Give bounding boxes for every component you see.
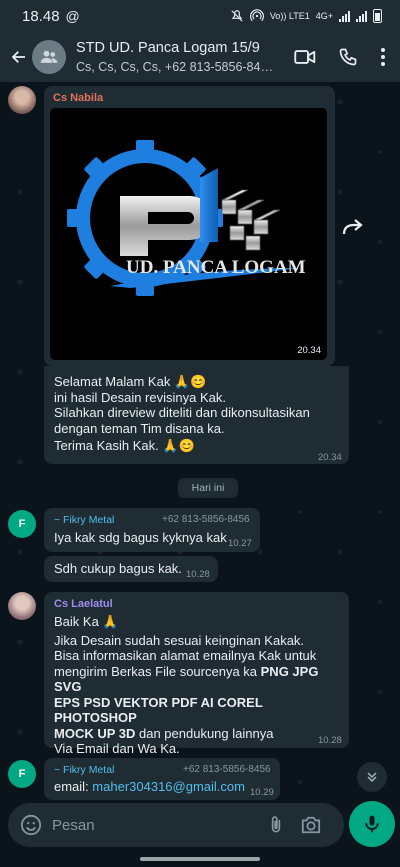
hotspot-icon — [249, 9, 264, 22]
avatar[interactable] — [8, 86, 36, 114]
mic-icon — [365, 815, 379, 833]
avatar[interactable]: F — [8, 760, 36, 788]
battery-icon — [373, 9, 382, 23]
message-text: Iya kak sdg bagus kyknya kak — [54, 530, 227, 545]
forward-button[interactable] — [340, 216, 370, 240]
message-line: MOCK UP 3D dan pendukung lainnya — [54, 726, 346, 742]
message-input[interactable] — [52, 816, 252, 834]
message-text: Baik Ka 🙏 Jika Desain sudah sesuai keing… — [54, 614, 346, 774]
voice-call-button[interactable] — [338, 47, 358, 67]
network-gen: 4G+ — [315, 11, 333, 21]
email-link[interactable]: maher304316@gmail.com — [92, 779, 245, 794]
emoji-icon — [20, 814, 42, 836]
group-avatar[interactable] — [32, 40, 66, 74]
mute-icon — [231, 10, 243, 22]
image-timestamp: 20.34 — [297, 345, 321, 356]
sender-name: Cs Nabila — [53, 92, 104, 104]
more-vert-icon — [381, 48, 385, 66]
video-call-icon — [294, 50, 316, 64]
message-time: 10.29 — [250, 787, 274, 798]
message-text-part: dan pendukung lainnya — [135, 725, 274, 741]
sender-phone: +62 813-5856-8456 — [162, 514, 250, 525]
camera-button[interactable] — [300, 815, 322, 835]
message-text: Selamat Malam Kak 🙏😊 ini hasil Desain re… — [54, 374, 344, 454]
message-line: dengan teman Tim disana ka. — [54, 420, 225, 436]
chat-title-area[interactable]: STD UD. Panca Logam 15/9 Cs, Cs, Cs, Cs,… — [76, 40, 276, 74]
date-chip: Hari ini — [178, 478, 238, 498]
chat-header: STD UD. Panca Logam 15/9 Cs, Cs, Cs, Cs,… — [0, 32, 400, 82]
file-formats-bold: EPS PSD VEKTOR PDF AI COREL PHOTOSHOP — [54, 694, 263, 726]
shared-image[interactable]: UD. PANCA LOGAM 20.34 — [50, 108, 327, 360]
status-bar: 18.48 @ Vo)) LTE1 4G+ — [0, 0, 400, 32]
emoji-button[interactable] — [20, 814, 42, 836]
phone-call-icon — [339, 48, 357, 66]
message-time: 20.34 — [318, 452, 342, 463]
avatar[interactable]: F — [8, 510, 36, 538]
message-line: Terima Kasih Kak. 🙏😊 — [54, 438, 195, 453]
signal-icon — [339, 10, 350, 22]
file-formats-bold: MOCK UP 3D — [54, 725, 136, 741]
message-text-part: mengirim Berkas File sourcenya ka — [54, 663, 261, 679]
panca-logam-logo: UD. PANCA LOGAM — [67, 140, 306, 296]
avatar[interactable] — [8, 592, 36, 620]
attach-icon — [271, 816, 281, 833]
signal-icon-2 — [356, 10, 367, 22]
message-line: Silahkan direview diteliti dan dikonsult… — [54, 405, 310, 420]
message-line: ini hasil Desain revisinya Kak. — [54, 389, 226, 405]
navigation-handle[interactable] — [140, 857, 260, 861]
sender-phone: +62 813-5856-8456 — [183, 764, 271, 775]
sender-name: Cs Laelatul — [54, 598, 113, 610]
video-call-button[interactable] — [294, 49, 316, 65]
sender-name: ~ Fikry Metal — [54, 764, 115, 776]
message-line: Jika Desain sudah sesuai keinginan Kakak… — [54, 632, 305, 648]
email-prefix: email: — [54, 779, 93, 794]
message-line: Via Email dan Wa Ka. — [54, 741, 180, 756]
back-arrow-icon — [11, 51, 25, 63]
message-composer — [8, 803, 344, 847]
voice-message-button[interactable] — [349, 801, 395, 847]
chat-participants: Cs, Cs, Cs, Cs, +62 813-5856-8456... — [76, 60, 276, 74]
attach-button[interactable] — [266, 814, 286, 836]
status-time: 18.48 — [22, 7, 60, 25]
scroll-to-bottom-button[interactable] — [357, 762, 387, 792]
chevrons-down-icon — [367, 772, 377, 783]
more-options-button[interactable] — [380, 47, 386, 67]
message-line: Selamat Malam Kak 🙏😊 — [54, 374, 207, 389]
back-button[interactable] — [8, 42, 30, 72]
group-icon — [40, 50, 58, 63]
message-line: Baik Ka 🙏 — [54, 614, 119, 629]
message-line: Bisa informasikan alamat emailnya Kak un… — [54, 648, 317, 663]
network-label: Vo)) LTE1 — [269, 11, 310, 21]
sender-name: ~ Fikry Metal — [54, 514, 115, 526]
message-text: email: maher304316@gmail.com — [54, 779, 245, 795]
message-time: 10.28 — [318, 735, 342, 746]
message-text: Sdh cukup bagus kak. — [54, 561, 182, 576]
message-line: mengirim Berkas File sourcenya ka PNG JP… — [54, 664, 346, 695]
forward-icon — [342, 219, 363, 235]
message-time: 10.27 — [228, 538, 252, 549]
logo-text: UD. PANCA LOGAM — [126, 257, 306, 278]
threads-icon: @ — [65, 8, 80, 24]
chat-title: STD UD. Panca Logam 15/9 — [76, 40, 260, 56]
camera-icon — [301, 816, 321, 834]
message-time: 10.28 — [186, 569, 210, 580]
